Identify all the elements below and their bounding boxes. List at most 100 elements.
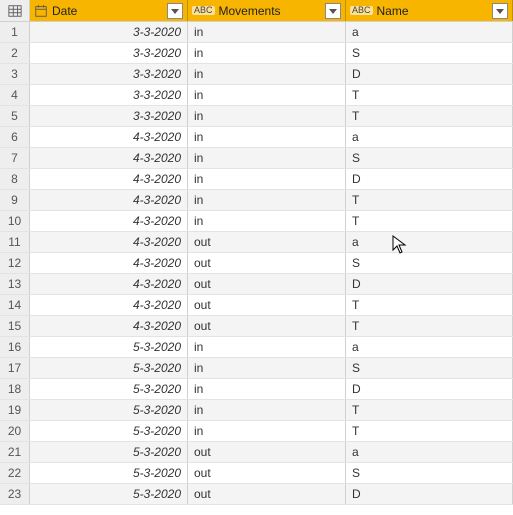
filter-dropdown[interactable]: [325, 3, 341, 19]
cell-name[interactable]: a: [346, 232, 513, 252]
row-number[interactable]: 3: [0, 64, 30, 84]
cell-movements[interactable]: in: [188, 64, 346, 84]
cell-name[interactable]: T: [346, 190, 513, 210]
row-number-header[interactable]: [0, 0, 30, 21]
column-header-name[interactable]: ABC Name: [346, 0, 513, 21]
cell-movements[interactable]: in: [188, 43, 346, 63]
cell-date[interactable]: 5-3-2020: [30, 337, 188, 357]
cell-date[interactable]: 3-3-2020: [30, 22, 188, 42]
row-number[interactable]: 13: [0, 274, 30, 294]
table-row[interactable]: 175-3-2020inS: [0, 358, 513, 379]
cell-name[interactable]: D: [346, 169, 513, 189]
filter-dropdown[interactable]: [492, 3, 508, 19]
table-row[interactable]: 94-3-2020inT: [0, 190, 513, 211]
cell-movements[interactable]: in: [188, 190, 346, 210]
row-number[interactable]: 19: [0, 400, 30, 420]
table-row[interactable]: 195-3-2020inT: [0, 400, 513, 421]
cell-name[interactable]: D: [346, 379, 513, 399]
row-number[interactable]: 18: [0, 379, 30, 399]
cell-movements[interactable]: in: [188, 337, 346, 357]
cell-name[interactable]: D: [346, 64, 513, 84]
cell-movements[interactable]: in: [188, 421, 346, 441]
cell-date[interactable]: 4-3-2020: [30, 211, 188, 231]
table-row[interactable]: 53-3-2020inT: [0, 106, 513, 127]
cell-date[interactable]: 4-3-2020: [30, 148, 188, 168]
table-row[interactable]: 43-3-2020inT: [0, 85, 513, 106]
table-row[interactable]: 33-3-2020inD: [0, 64, 513, 85]
cell-movements[interactable]: in: [188, 106, 346, 126]
cell-movements[interactable]: out: [188, 463, 346, 483]
cell-movements[interactable]: in: [188, 127, 346, 147]
cell-date[interactable]: 4-3-2020: [30, 232, 188, 252]
row-number[interactable]: 22: [0, 463, 30, 483]
cell-name[interactable]: a: [346, 337, 513, 357]
cell-name[interactable]: T: [346, 421, 513, 441]
table-row[interactable]: 124-3-2020outS: [0, 253, 513, 274]
cell-movements[interactable]: in: [188, 379, 346, 399]
row-number[interactable]: 12: [0, 253, 30, 273]
cell-movements[interactable]: in: [188, 22, 346, 42]
row-number[interactable]: 2: [0, 43, 30, 63]
table-row[interactable]: 104-3-2020inT: [0, 211, 513, 232]
row-number[interactable]: 20: [0, 421, 30, 441]
cell-date[interactable]: 3-3-2020: [30, 43, 188, 63]
row-number[interactable]: 10: [0, 211, 30, 231]
cell-name[interactable]: T: [346, 85, 513, 105]
cell-movements[interactable]: out: [188, 295, 346, 315]
table-row[interactable]: 154-3-2020outT: [0, 316, 513, 337]
cell-name[interactable]: S: [346, 148, 513, 168]
cell-name[interactable]: a: [346, 442, 513, 462]
cell-date[interactable]: 4-3-2020: [30, 316, 188, 336]
cell-movements[interactable]: in: [188, 211, 346, 231]
table-row[interactable]: 64-3-2020ina: [0, 127, 513, 148]
table-row[interactable]: 235-3-2020outD: [0, 484, 513, 505]
cell-movements[interactable]: out: [188, 274, 346, 294]
cell-date[interactable]: 5-3-2020: [30, 442, 188, 462]
table-row[interactable]: 165-3-2020ina: [0, 337, 513, 358]
cell-movements[interactable]: in: [188, 169, 346, 189]
cell-name[interactable]: a: [346, 22, 513, 42]
row-number[interactable]: 5: [0, 106, 30, 126]
cell-date[interactable]: 4-3-2020: [30, 169, 188, 189]
cell-name[interactable]: T: [346, 211, 513, 231]
cell-name[interactable]: D: [346, 274, 513, 294]
cell-date[interactable]: 5-3-2020: [30, 421, 188, 441]
column-header-movements[interactable]: ABC Movements: [188, 0, 346, 21]
table-row[interactable]: 185-3-2020inD: [0, 379, 513, 400]
cell-name[interactable]: D: [346, 484, 513, 504]
cell-date[interactable]: 3-3-2020: [30, 106, 188, 126]
cell-name[interactable]: S: [346, 463, 513, 483]
cell-date[interactable]: 5-3-2020: [30, 484, 188, 504]
table-row[interactable]: 225-3-2020outS: [0, 463, 513, 484]
cell-movements[interactable]: out: [188, 442, 346, 462]
table-row[interactable]: 13-3-2020ina: [0, 22, 513, 43]
row-number[interactable]: 4: [0, 85, 30, 105]
row-number[interactable]: 9: [0, 190, 30, 210]
row-number[interactable]: 16: [0, 337, 30, 357]
table-row[interactable]: 134-3-2020outD: [0, 274, 513, 295]
row-number[interactable]: 7: [0, 148, 30, 168]
cell-name[interactable]: S: [346, 358, 513, 378]
column-header-date[interactable]: Date: [30, 0, 188, 21]
cell-name[interactable]: T: [346, 106, 513, 126]
cell-date[interactable]: 5-3-2020: [30, 400, 188, 420]
cell-date[interactable]: 4-3-2020: [30, 253, 188, 273]
cell-name[interactable]: T: [346, 295, 513, 315]
cell-movements[interactable]: out: [188, 316, 346, 336]
cell-date[interactable]: 5-3-2020: [30, 379, 188, 399]
cell-name[interactable]: a: [346, 127, 513, 147]
filter-dropdown[interactable]: [167, 3, 183, 19]
row-number[interactable]: 1: [0, 22, 30, 42]
table-row[interactable]: 84-3-2020inD: [0, 169, 513, 190]
cell-date[interactable]: 4-3-2020: [30, 274, 188, 294]
cell-movements[interactable]: in: [188, 400, 346, 420]
cell-movements[interactable]: out: [188, 253, 346, 273]
row-number[interactable]: 6: [0, 127, 30, 147]
cell-movements[interactable]: in: [188, 85, 346, 105]
table-row[interactable]: 215-3-2020outa: [0, 442, 513, 463]
cell-date[interactable]: 4-3-2020: [30, 295, 188, 315]
table-row[interactable]: 74-3-2020inS: [0, 148, 513, 169]
row-number[interactable]: 15: [0, 316, 30, 336]
cell-date[interactable]: 5-3-2020: [30, 358, 188, 378]
cell-movements[interactable]: out: [188, 232, 346, 252]
